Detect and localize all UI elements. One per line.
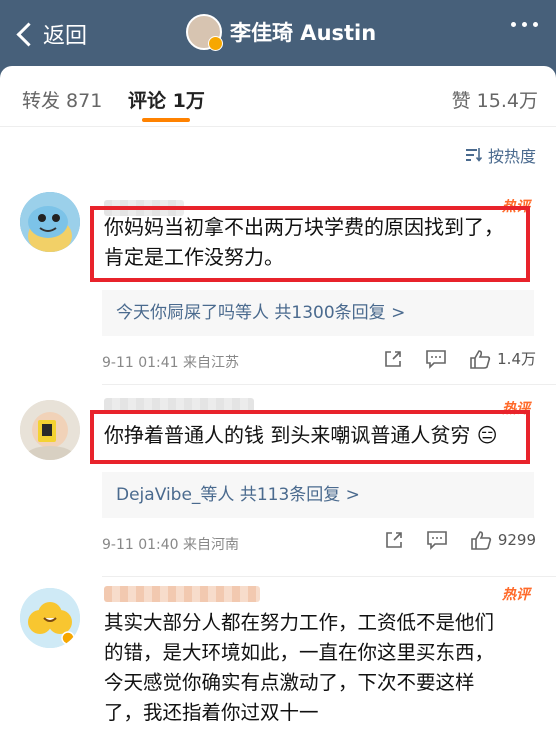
chevron-left-icon <box>16 21 41 47</box>
avatar[interactable] <box>20 192 80 252</box>
comment-icon <box>426 349 446 369</box>
profile-header[interactable]: 李佳琦 Austin <box>186 14 377 51</box>
tab-likes[interactable]: 赞 15.4万 <box>452 86 538 113</box>
replies-summary-link[interactable]: DejaVibe_等人 共113条回复 > <box>102 472 534 518</box>
avatar[interactable] <box>20 400 80 460</box>
thumbs-up-icon <box>471 531 491 550</box>
back-label: 返回 <box>43 24 88 49</box>
tab-bar: 转发 871 评论 1万 赞 15.4万 <box>0 66 556 127</box>
username-blurred[interactable] <box>104 586 260 602</box>
avatar <box>186 14 223 51</box>
comment-text: 其实大部分人都在努力工作，工资低不是他们 的错，是大环境如此，一直在你这里买东西… <box>104 611 495 724</box>
laughing-emoji-avatar-icon <box>20 588 80 648</box>
share-icon <box>385 350 401 367</box>
tab-comments[interactable]: 评论 1万 <box>128 86 205 113</box>
squirtle-avatar-icon <box>20 192 80 252</box>
tab-repost[interactable]: 转发 871 <box>22 86 102 113</box>
comment-text: 你妈妈当初拿不出两万块学费的原因找到了， 肯定是工作没努力。 <box>104 215 504 269</box>
comment-actions: 1.4万 <box>361 348 536 369</box>
replies-summary-link[interactable]: 今天你屙屎了吗等人 共1300条回复 > <box>102 290 534 336</box>
comment-item: 热评 你挣着普通人的钱 到头来嘲讽普通人贫穷 😑 DejaVibe_等人 共11… <box>0 388 556 578</box>
thumbs-up-icon <box>470 349 491 369</box>
comment-meta: 9-11 01:40 来自河南 <box>102 537 240 553</box>
hot-comment-badge: 热评 <box>502 587 530 603</box>
sort-by-hot-button[interactable]: 按热度 <box>465 143 536 167</box>
active-tab-indicator <box>142 118 190 122</box>
avatar[interactable] <box>20 588 80 648</box>
reply-button[interactable] <box>426 530 448 550</box>
page-title: 李佳琦 Austin <box>230 21 377 45</box>
comments-panel: 转发 871 评论 1万 赞 15.4万 按热度 热评 你妈妈当初拿不出两万块学… <box>0 66 556 747</box>
comment-icon <box>427 531 447 550</box>
comment-item: 热评 你妈妈当初拿不出两万块学费的原因找到了， 肯定是工作没努力。 今天你屙屎了… <box>0 186 556 386</box>
comment-meta: 9-11 01:41 来自江苏 <box>102 355 240 371</box>
sort-icon <box>465 148 482 162</box>
sort-label: 按热度 <box>487 147 536 166</box>
comment-text: 你挣着普通人的钱 到头来嘲讽普通人贫穷 😑 <box>104 423 498 447</box>
more-dots-icon[interactable] <box>511 22 538 27</box>
like-count: 9299 <box>497 531 536 549</box>
share-icon <box>386 532 402 548</box>
share-button[interactable] <box>383 349 403 369</box>
top-nav-bar: 返回 李佳琦 Austin <box>0 0 556 66</box>
like-button[interactable]: 9299 <box>470 530 536 550</box>
comment-actions: 9299 <box>362 530 536 550</box>
back-button[interactable]: 返回 <box>16 18 87 50</box>
share-button[interactable] <box>384 530 404 550</box>
like-count: 1.4万 <box>497 350 536 368</box>
comment-item: 热评 其实大部分人都在努力工作，工资低不是他们 的错，是大环境如此，一直在你这里… <box>0 580 556 747</box>
verified-badge-icon <box>208 36 223 51</box>
child-photo-avatar-icon <box>20 400 80 460</box>
reply-button[interactable] <box>425 349 447 369</box>
divider <box>102 576 556 577</box>
divider <box>102 384 556 385</box>
like-button[interactable]: 1.4万 <box>469 348 536 369</box>
emoji-icon: 😑 <box>476 423 498 447</box>
